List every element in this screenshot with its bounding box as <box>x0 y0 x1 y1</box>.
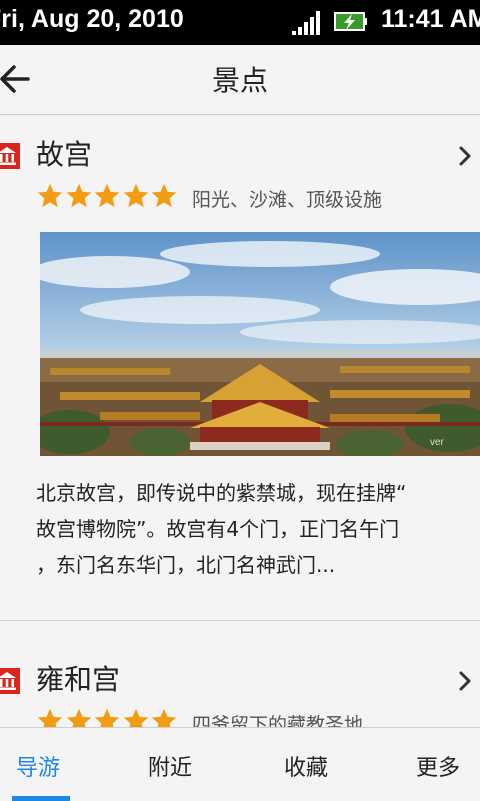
app-header: 景点 <box>0 45 480 115</box>
star-icon <box>94 183 120 208</box>
star-icon <box>66 708 91 727</box>
star-icon <box>37 183 63 208</box>
chevron-right-icon[interactable] <box>456 143 474 169</box>
chevron-right-icon[interactable] <box>456 668 474 694</box>
description-line: 故宫博物院”。故宫有4个门，正门名午门 <box>36 517 400 541</box>
tab-more[interactable]: 更多 <box>416 750 460 782</box>
attraction-list[interactable]: 故宫 阳光、沙滩、顶级设施 ver 北京故宫，即传说中的紫禁城，现在挂牌“ 故宫… <box>0 115 480 727</box>
attraction-card[interactable]: 雍和宫 四爷留下的藏教圣地 <box>0 640 480 727</box>
attraction-card[interactable]: 故宫 阳光、沙滩、顶级设施 ver 北京故宫，即传说中的紫禁城，现在挂牌“ 故宫… <box>0 115 480 621</box>
status-time: 11:41 AM <box>381 5 480 33</box>
description-line: 北京故宫，即传说中的紫禁城，现在挂牌“ <box>36 481 407 505</box>
description-line: ，东门名东华门，北门名神武门... <box>36 553 336 577</box>
star-icon <box>37 708 63 727</box>
signal-strength-icon <box>292 11 320 35</box>
star-icon <box>66 183 91 208</box>
star-icon <box>123 183 149 208</box>
tab-guide[interactable]: 导游 <box>16 750 60 782</box>
tab-favorites[interactable]: 收藏 <box>284 750 328 782</box>
star-icon <box>152 708 177 727</box>
battery-charging-icon <box>334 12 367 31</box>
attraction-name[interactable]: 故宫 <box>36 133 92 173</box>
attraction-tagline: 阳光、沙滩、顶级设施 <box>192 189 383 211</box>
tab-nearby[interactable]: 附近 <box>148 750 192 782</box>
attraction-name[interactable]: 雍和宫 <box>36 658 120 698</box>
page-title: 景点 <box>211 64 268 97</box>
bottom-tab-bar: 导游 附近 收藏 更多 <box>0 727 480 801</box>
attraction-tagline: 四爷留下的藏教圣地 <box>192 714 364 727</box>
attraction-description: 北京故宫，即传说中的紫禁城，现在挂牌“ 故宫博物院”。故宫有4个门，正门名午门 … <box>36 475 480 583</box>
active-tab-indicator <box>12 796 70 801</box>
star-icon <box>94 708 120 727</box>
status-bar: Fri, Aug 20, 2010 11:41 AM <box>0 0 480 45</box>
landmark-icon <box>0 143 20 169</box>
star-icon <box>152 183 177 208</box>
star-rating <box>36 707 179 727</box>
photo-illustration <box>40 232 480 456</box>
photo-watermark: ver <box>430 437 444 448</box>
star-icon <box>123 708 149 727</box>
landmark-icon <box>0 668 20 694</box>
forbidden-city-photo[interactable]: ver <box>40 232 480 456</box>
star-rating <box>36 182 179 210</box>
status-date: Fri, Aug 20, 2010 <box>0 5 184 33</box>
